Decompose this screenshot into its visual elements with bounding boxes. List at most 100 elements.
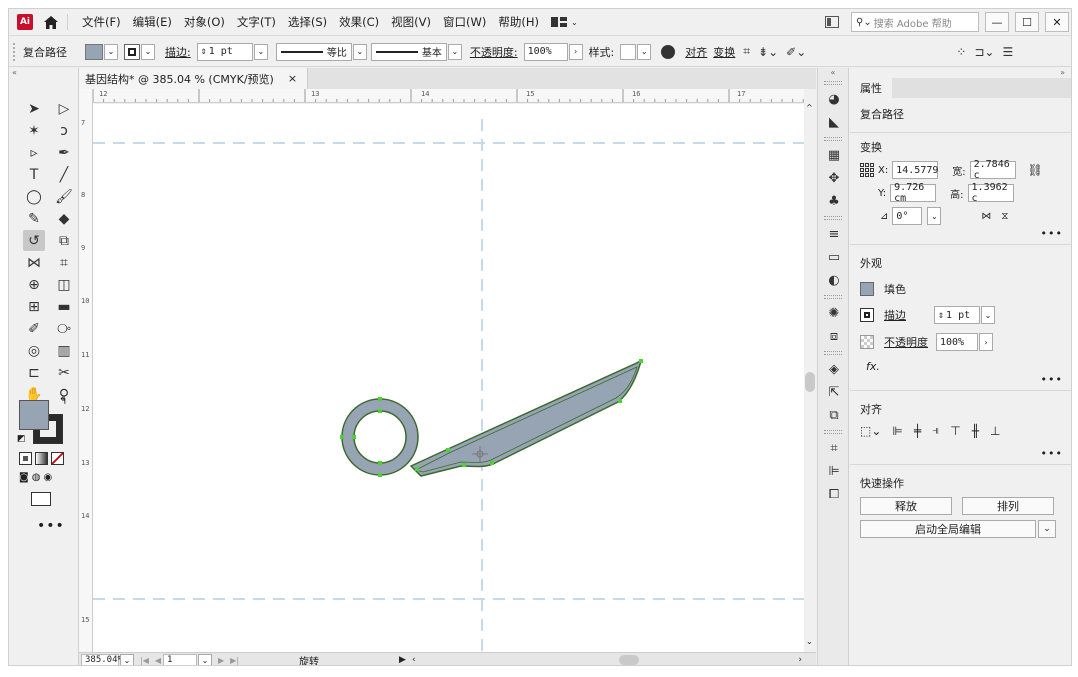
paintbrush-tool-icon[interactable]: 🖌: [53, 186, 75, 207]
zoom-dropdown[interactable]: ⌄: [120, 654, 134, 665]
default-colors-icon[interactable]: ◩: [17, 434, 26, 444]
align-left-icon[interactable]: ⊫: [892, 424, 902, 438]
panel-grid-icon[interactable]: ⁘: [956, 45, 966, 59]
anchor-point[interactable]: [618, 399, 622, 403]
slice-tool-icon[interactable]: ✂: [53, 362, 75, 383]
anchor-point[interactable]: [378, 409, 382, 413]
transform-panel-link[interactable]: 变换: [713, 44, 735, 60]
anchor-point[interactable]: [378, 473, 382, 477]
anchor-point[interactable]: [490, 461, 494, 465]
release-button[interactable]: 释放: [860, 497, 952, 515]
stroke-swatch[interactable]: [124, 43, 140, 60]
menu-select[interactable]: 选择(S): [282, 14, 333, 30]
anchor-point[interactable]: [378, 397, 382, 401]
line-tool-icon[interactable]: ╱: [53, 164, 75, 185]
transform-more-icon[interactable]: •••: [1041, 227, 1063, 240]
stroke-profile-select[interactable]: 等比: [275, 42, 352, 61]
rotate-tool-icon[interactable]: ↺: [23, 230, 45, 251]
minimize-button[interactable]: —: [985, 12, 1009, 32]
magic-wand-tool-icon[interactable]: ✶: [23, 120, 45, 141]
shaper-tool-icon[interactable]: ✎: [23, 208, 45, 229]
anchor-point[interactable]: [639, 359, 643, 363]
anchor-point[interactable]: [462, 463, 466, 467]
pathfinder-panel-icon[interactable]: ⧠: [818, 483, 850, 506]
menu-window[interactable]: 窗口(W): [437, 14, 492, 30]
zoom-field[interactable]: 385.04%: [81, 653, 123, 665]
symbol-sprayer-tool-icon[interactable]: ◎: [23, 340, 45, 361]
edit-toolbar-icon[interactable]: •••: [37, 518, 65, 534]
appearance-opacity-expand[interactable]: ›: [979, 333, 993, 351]
fill-color-box[interactable]: [19, 400, 49, 430]
home-icon[interactable]: [43, 14, 59, 30]
eyedropper-tool-icon[interactable]: ✐: [23, 318, 45, 339]
scroll-up-icon[interactable]: ^: [806, 103, 813, 112]
swatches-grid-icon[interactable]: ▦: [818, 144, 850, 167]
opacity-expand-button[interactable]: ›: [568, 43, 583, 60]
panel-expand-icon[interactable]: »: [850, 68, 1071, 78]
stroke-panel-link[interactable]: 描边:: [165, 44, 191, 60]
align-more-icon[interactable]: •••: [1041, 447, 1063, 460]
artboard-dropdown[interactable]: ⌄: [198, 654, 213, 665]
asset-export-icon[interactable]: ⇱: [818, 381, 850, 404]
align-bottom-icon[interactable]: ⊥: [990, 424, 1000, 438]
perspective-grid-tool-icon[interactable]: ◫: [53, 274, 75, 295]
last-artboard-icon[interactable]: ▶|: [230, 656, 239, 665]
draw-normal-icon[interactable]: ◙: [19, 472, 29, 483]
graphic-styles-icon[interactable]: ⧈: [818, 325, 850, 348]
stroke-weight-field[interactable]: ⇕ 1 pt: [196, 42, 253, 61]
style-swatch[interactable]: [620, 43, 637, 60]
align-panel-icon[interactable]: ⊫: [818, 460, 850, 483]
menu-object[interactable]: 对象(O): [178, 14, 231, 30]
menu-type[interactable]: 文字(T): [231, 14, 282, 30]
free-transform-tool-icon[interactable]: ⌗: [53, 252, 75, 273]
tab-properties[interactable]: 属性: [850, 78, 892, 98]
align-top-icon[interactable]: ⊤: [950, 424, 960, 438]
anchor-point[interactable]: [352, 435, 356, 439]
strip-collapse-icon[interactable]: «: [818, 68, 848, 78]
brush-dropdown[interactable]: ⌄: [447, 43, 462, 60]
align-to-icon[interactable]: ⇟⌄: [758, 45, 778, 59]
stroke-color-swatch[interactable]: [860, 308, 874, 322]
pen-tool-icon[interactable]: ✒: [53, 142, 75, 163]
constrain-proportions-icon[interactable]: ⛓: [1028, 163, 1043, 177]
type-tool-icon[interactable]: T: [23, 164, 45, 185]
help-search-input[interactable]: ⚲⌄ 搜索 Adobe 帮助: [851, 12, 979, 32]
menu-file[interactable]: 文件(F): [76, 14, 127, 30]
fill-color-swatch[interactable]: [860, 282, 874, 296]
align-horizontal-center-icon[interactable]: ╪: [914, 424, 921, 438]
anchor-point[interactable]: [378, 461, 382, 465]
appearance-opacity-field[interactable]: 100%: [936, 333, 978, 351]
layers-panel-icon[interactable]: ◈: [818, 358, 850, 381]
angle-field[interactable]: 0°: [892, 207, 923, 225]
shape-builder-tool-icon[interactable]: ⊕: [23, 274, 45, 295]
scroll-down-icon[interactable]: ⌄: [806, 637, 813, 646]
scroll-left-icon[interactable]: ‹: [412, 655, 416, 665]
appearance-stroke-weight-field[interactable]: ⇕ 1 pt: [934, 306, 980, 324]
anchor-point[interactable]: [446, 448, 450, 452]
workspace-switcher[interactable]: ⌄: [550, 17, 578, 27]
draw-behind-icon[interactable]: ◍: [32, 472, 41, 483]
width-tool-icon[interactable]: ⋈: [23, 252, 45, 273]
none-mode-icon[interactable]: [51, 452, 64, 465]
anchor-point[interactable]: [340, 435, 344, 439]
blend-tool-icon[interactable]: ⧂: [53, 318, 75, 339]
mesh-tool-icon[interactable]: ⊞: [23, 296, 45, 317]
gradient-panel-icon[interactable]: ▭: [818, 246, 850, 269]
menu-icon[interactable]: ☰: [1002, 45, 1013, 59]
transparency-panel-icon[interactable]: ◐: [818, 269, 850, 292]
opacity-field[interactable]: 100%: [523, 42, 568, 61]
global-edit-dropdown[interactable]: ⌄: [1038, 520, 1056, 538]
direct-selection-tool-icon[interactable]: ▷: [53, 98, 75, 119]
document-tab[interactable]: 基因结构* @ 385.04 % (CMYK/预览) ×: [79, 68, 309, 89]
scroll-right-icon[interactable]: ›: [798, 655, 802, 665]
vertical-scrollbar[interactable]: ^ ⌄: [804, 89, 816, 652]
fx-icon[interactable]: fx.: [866, 360, 880, 373]
stroke-weight-dropdown[interactable]: ⌄: [253, 43, 268, 60]
transform-panel-icon[interactable]: ⌗: [818, 437, 850, 460]
screen-mode-icon[interactable]: [31, 492, 51, 506]
appearance-panel-icon[interactable]: ✺: [818, 302, 850, 325]
menu-edit[interactable]: 编辑(E): [127, 14, 178, 30]
color-mode-icon[interactable]: [19, 452, 32, 465]
brush-select[interactable]: 基本: [370, 42, 447, 61]
anchor-point[interactable]: [415, 467, 419, 471]
